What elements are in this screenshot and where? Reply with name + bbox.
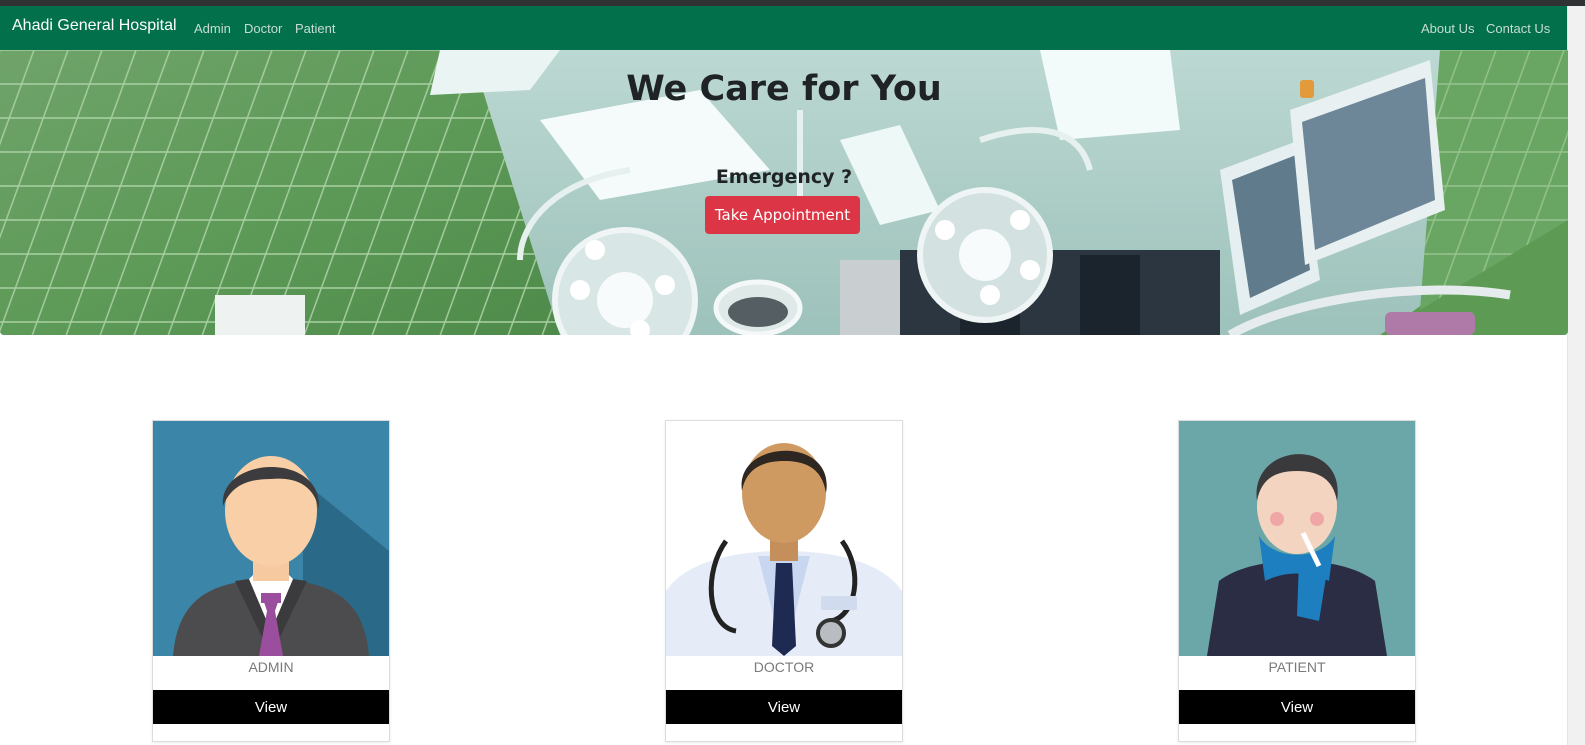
admin-card: ADMIN View [152,420,390,742]
navbar: Ahadi General Hospital Admin Doctor Pati… [0,6,1568,50]
admin-avatar-icon [153,421,389,656]
brand-link[interactable]: Ahadi General Hospital [12,17,177,35]
vertical-scrollbar[interactable] [1567,6,1585,745]
nav-link-patient[interactable]: Patient [295,21,335,36]
patient-card: PATIENT View [1178,420,1416,742]
doctor-view-button[interactable]: View [666,690,902,724]
nav-link-contact-us[interactable]: Contact Us [1486,21,1550,36]
doctor-card: DOCTOR View [665,420,903,742]
hero-title: We Care for You [626,69,942,109]
nav-link-about-us[interactable]: About Us [1421,21,1474,36]
patient-label: PATIENT [1268,659,1326,675]
hero-banner: We Care for You Emergency ? Take Appoint… [0,50,1568,335]
nav-link-admin[interactable]: Admin [194,21,231,36]
doctor-avatar-icon [666,421,902,656]
admin-label: ADMIN [248,659,294,675]
patient-view-button[interactable]: View [1179,690,1415,724]
nav-link-doctor[interactable]: Doctor [244,21,282,36]
patient-avatar-icon [1179,421,1415,656]
take-appointment-button[interactable]: Take Appointment [705,196,860,234]
emergency-text: Emergency ? [715,166,853,188]
doctor-label: DOCTOR [753,659,815,675]
admin-view-button[interactable]: View [153,690,389,724]
